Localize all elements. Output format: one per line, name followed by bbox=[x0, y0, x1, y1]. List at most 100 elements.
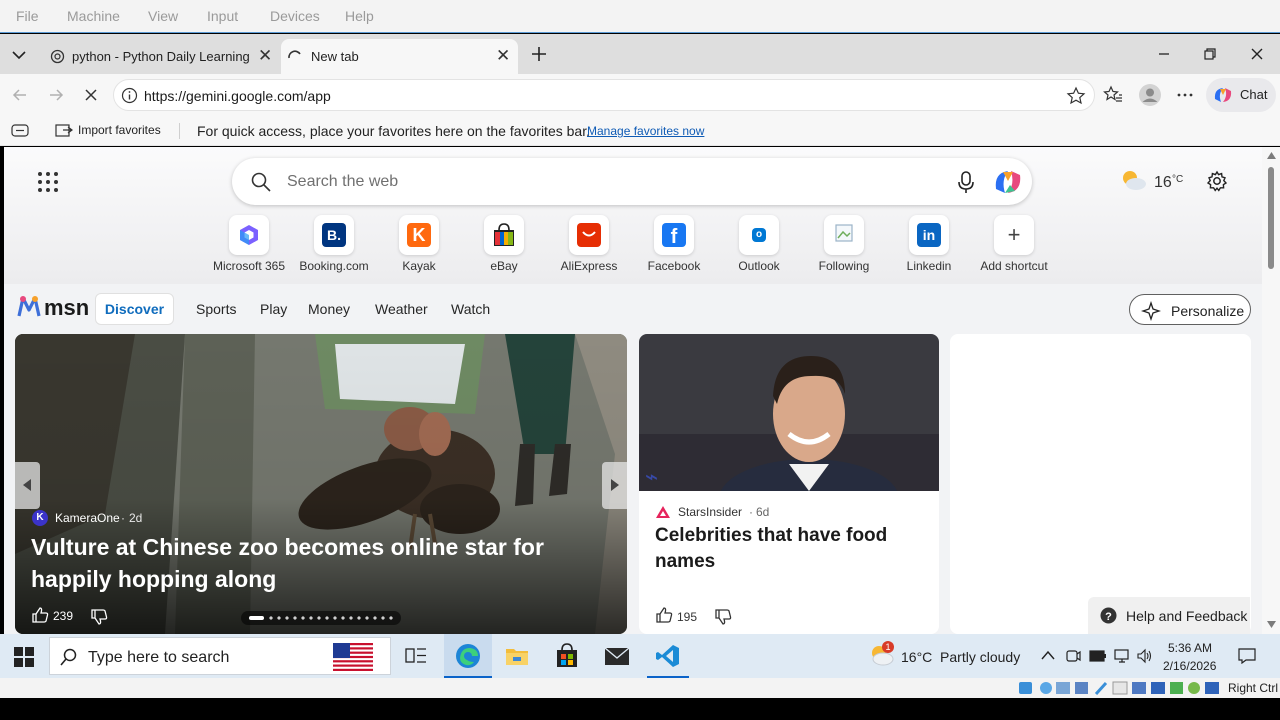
address-bar[interactable]: https://gemini.google.com/app bbox=[113, 79, 1095, 111]
scrollbar-thumb[interactable] bbox=[1268, 167, 1274, 269]
task-view-icon[interactable] bbox=[405, 646, 427, 666]
shortcut-linkedin[interactable]: in Linkedin bbox=[884, 215, 974, 275]
vm-device-status-icons[interactable] bbox=[1019, 680, 1224, 696]
edge-icon bbox=[456, 644, 480, 668]
personalize-button[interactable]: Personalize bbox=[1129, 294, 1251, 325]
vm-menu-file[interactable]: File bbox=[16, 8, 39, 24]
favorites-icon[interactable] bbox=[1103, 85, 1123, 105]
vm-menu-bar: File Machine View Input Devices Help bbox=[0, 0, 1280, 33]
shortcut-aliexpress[interactable]: AliExpress bbox=[544, 215, 634, 275]
profile-avatar-icon[interactable] bbox=[1138, 83, 1162, 107]
carousel-prev-button[interactable] bbox=[15, 462, 40, 509]
new-tab-page: Search the web 16 °C Microsoft 365 B. Bo… bbox=[4, 147, 1262, 634]
close-window-button[interactable] bbox=[1245, 42, 1269, 66]
thumbs-up-icon[interactable] bbox=[655, 606, 673, 624]
sidebar-toggle-icon[interactable] bbox=[11, 124, 29, 138]
minimize-button[interactable] bbox=[1152, 42, 1176, 66]
shortcut-tile: K bbox=[399, 215, 439, 255]
chevron-up-icon[interactable] bbox=[1041, 650, 1055, 660]
more-options-icon[interactable] bbox=[1175, 85, 1195, 105]
info-icon[interactable] bbox=[121, 87, 138, 104]
copilot-icon[interactable] bbox=[992, 167, 1024, 197]
vm-menu-machine[interactable]: Machine bbox=[67, 8, 120, 24]
clock-time[interactable]: 5:36 AM bbox=[1168, 641, 1212, 655]
battery-icon[interactable] bbox=[1089, 649, 1107, 663]
carousel-next-button[interactable] bbox=[602, 462, 627, 509]
tab-play[interactable]: Play bbox=[260, 301, 287, 317]
msn-logo-icon[interactable] bbox=[16, 294, 42, 320]
shortcut-ebay[interactable]: eBay bbox=[459, 215, 549, 275]
vm-menu-view[interactable]: View bbox=[148, 8, 178, 24]
hero-news-card[interactable]: K KameraOne · 2d Vulture at Chinese zoo … bbox=[15, 334, 627, 634]
carousel-dot-active bbox=[249, 616, 264, 620]
network-icon[interactable] bbox=[1113, 648, 1131, 664]
vm-menu-help[interactable]: Help bbox=[345, 8, 374, 24]
new-tab-button[interactable] bbox=[528, 43, 550, 65]
forward-icon[interactable] bbox=[46, 85, 66, 105]
tab-discover[interactable]: Discover bbox=[95, 293, 174, 325]
notifications-icon[interactable] bbox=[1238, 648, 1256, 664]
microsoft-store-icon[interactable] bbox=[555, 643, 579, 668]
hero-headline[interactable]: Vulture at Chinese zoo becomes online st… bbox=[31, 531, 571, 595]
mail-icon[interactable] bbox=[604, 647, 630, 666]
tab-python[interactable]: python - Python Daily Learning Pa ✕ bbox=[40, 39, 276, 74]
msn-brand[interactable]: msn bbox=[44, 295, 89, 321]
shortcut-kayak[interactable]: K Kayak bbox=[374, 215, 464, 275]
stop-loading-icon[interactable] bbox=[81, 85, 101, 105]
back-icon[interactable] bbox=[10, 85, 30, 105]
shortcut-tile: in bbox=[909, 215, 949, 255]
settings-gear-icon[interactable] bbox=[1206, 170, 1228, 192]
news-card[interactable]: ⌁ StarsInsider · 6d Celebrities that hav… bbox=[639, 334, 939, 634]
tab-watch[interactable]: Watch bbox=[451, 301, 490, 317]
web-search-box[interactable]: Search the web bbox=[232, 158, 1032, 205]
tab-weather[interactable]: Weather bbox=[375, 301, 428, 317]
shortcut-booking[interactable]: B. Booking.com bbox=[289, 215, 379, 275]
restore-button[interactable] bbox=[1198, 42, 1222, 66]
search-icon bbox=[60, 648, 77, 666]
windows-start-icon[interactable] bbox=[14, 647, 34, 667]
thumbs-up-icon[interactable] bbox=[31, 606, 49, 624]
taskbar-weather-widget[interactable]: 1 16°C Partly cloudy bbox=[860, 634, 1030, 678]
close-tab-icon[interactable]: ✕ bbox=[496, 46, 510, 66]
manage-favorites-link[interactable]: Manage favorites now bbox=[587, 124, 704, 138]
following-icon bbox=[835, 224, 853, 242]
shortcut-outlook[interactable]: o Outlook bbox=[714, 215, 804, 275]
host-key-label: Right Ctrl bbox=[1228, 681, 1279, 695]
hero-source[interactable]: KameraOne bbox=[55, 511, 120, 525]
taskbar-weather-text: 16°C Partly cloudy bbox=[901, 649, 1021, 665]
weather-temperature[interactable]: 16 bbox=[1154, 174, 1172, 192]
vm-menu-devices[interactable]: Devices bbox=[270, 8, 320, 24]
thumbs-down-icon[interactable] bbox=[90, 608, 108, 626]
clock-date[interactable]: 2/16/2026 bbox=[1163, 659, 1216, 673]
scroll-up-arrow-icon[interactable] bbox=[1267, 152, 1276, 159]
shortcut-following[interactable]: Following bbox=[799, 215, 889, 275]
tab-new-tab[interactable]: New tab ✕ bbox=[281, 39, 518, 74]
file-explorer-icon[interactable] bbox=[505, 645, 529, 667]
carousel-pagination[interactable] bbox=[241, 611, 401, 625]
help-feedback-button[interactable]: ? Help and Feedback bbox=[1088, 597, 1250, 634]
apps-grid-icon[interactable] bbox=[37, 171, 59, 193]
microphone-icon[interactable] bbox=[956, 170, 976, 194]
taskbar-vscode-button[interactable] bbox=[647, 634, 689, 678]
shortcut-add[interactable]: + Add shortcut bbox=[969, 215, 1059, 275]
taskbar-edge-button[interactable] bbox=[444, 634, 492, 678]
tab-money[interactable]: Money bbox=[308, 301, 350, 317]
shortcut-facebook[interactable]: f Facebook bbox=[629, 215, 719, 275]
copilot-icon bbox=[1214, 88, 1232, 102]
volume-icon[interactable] bbox=[1136, 648, 1154, 664]
taskbar-search-box[interactable]: Type here to search bbox=[49, 637, 391, 675]
scroll-down-arrow-icon[interactable] bbox=[1267, 621, 1276, 628]
tab-sports[interactable]: Sports bbox=[196, 301, 236, 317]
card-headline[interactable]: Celebrities that have food names bbox=[655, 523, 925, 575]
shortcut-microsoft-365[interactable]: Microsoft 365 bbox=[204, 215, 294, 275]
shortcut-tile bbox=[484, 215, 524, 255]
favorite-star-icon[interactable] bbox=[1066, 86, 1086, 106]
thumbs-down-icon[interactable] bbox=[714, 608, 732, 626]
card-source[interactable]: StarsInsider bbox=[678, 505, 742, 519]
copilot-chat-button[interactable]: Chat bbox=[1206, 78, 1276, 112]
close-tab-icon[interactable]: ✕ bbox=[258, 46, 272, 66]
vm-menu-input[interactable]: Input bbox=[207, 8, 238, 24]
meet-now-icon[interactable] bbox=[1065, 648, 1081, 664]
page-scrollbar[interactable] bbox=[1262, 147, 1280, 634]
tab-actions-button[interactable] bbox=[8, 44, 30, 66]
